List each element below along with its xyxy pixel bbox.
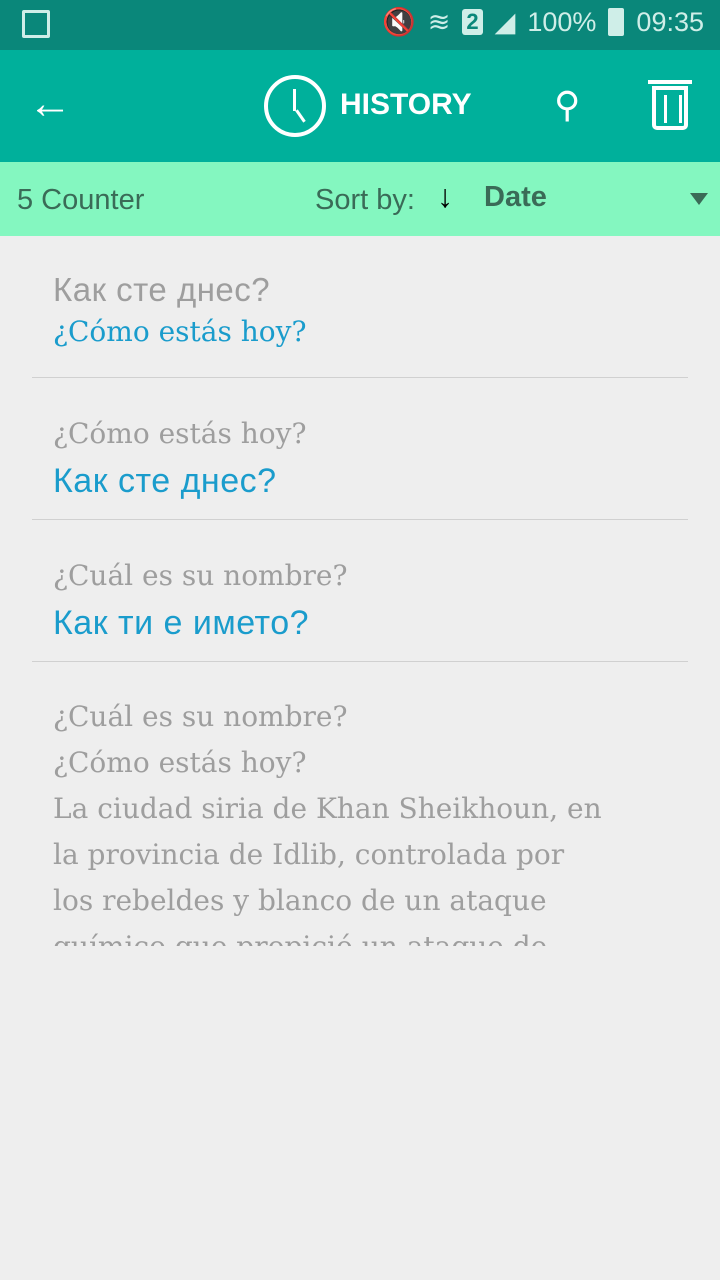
source-text: ¿Cuál es su nombre? xyxy=(53,559,348,592)
text-line: La ciudad siria de Khan Sheikhoun, en xyxy=(53,792,602,825)
arrow-left-icon: ← xyxy=(28,79,72,128)
history-counter: 5 Counter xyxy=(17,184,145,216)
translation-text: ¿Cómo estás hoy? xyxy=(53,315,307,348)
source-text: Как сте днес? xyxy=(53,271,271,308)
source-text: ¿Cómo estás hoy? xyxy=(53,417,307,450)
history-list: Как сте днес? ¿Cómo estás hoy? ¿Cómo est… xyxy=(0,236,720,946)
status-bar: 🔇 ≋ 2 ◢ 100% 09:35 xyxy=(0,0,720,50)
filter-bar: 5 Counter Sort by: ↓ Date xyxy=(0,162,720,236)
dropdown-icon[interactable] xyxy=(690,193,708,205)
text-line: los rebeldes y blanco de un ataque xyxy=(53,884,547,917)
signal-icon: ◢ xyxy=(494,6,516,37)
battery-percent: 100% xyxy=(527,6,597,37)
clock-time: 09:35 xyxy=(636,6,704,37)
vibrate-icon: 🔇 xyxy=(382,7,416,37)
text-line: químico que propició un ataque de xyxy=(53,924,667,946)
gallery-notification-icon xyxy=(22,10,50,38)
history-clock-icon xyxy=(264,75,326,137)
wifi-icon: ≋ xyxy=(427,6,451,37)
page-title: HISTORY xyxy=(340,88,472,121)
list-item[interactable]: ¿Cómo estás hoy? Как сте днес? xyxy=(32,378,688,520)
sort-direction-icon[interactable]: ↓ xyxy=(437,178,453,215)
text-line: la provincia de Idlib, controlada por xyxy=(53,838,565,871)
search-button[interactable]: ⚲ xyxy=(554,84,580,126)
back-button[interactable]: ← xyxy=(28,82,72,126)
battery-icon xyxy=(608,8,625,36)
text-line: ¿Cómo estás hoy? xyxy=(53,746,307,779)
delete-all-button[interactable] xyxy=(648,80,692,130)
sort-select[interactable]: Date xyxy=(484,181,547,214)
text-line: ¿Cuál es su nombre? xyxy=(53,700,348,733)
search-icon: ⚲ xyxy=(554,84,581,125)
app-bar: ← HISTORY ⚲ xyxy=(0,50,720,162)
list-item[interactable]: Как сте днес? ¿Cómo estás hoy? xyxy=(32,236,688,378)
list-item[interactable]: ¿Cuál es su nombre? ¿Cómo estás hoy? La … xyxy=(32,662,688,946)
translation-text: Как ти е името? xyxy=(53,604,310,642)
translation-text: Как сте днес? xyxy=(53,462,277,500)
sim-icon: 2 xyxy=(462,9,483,35)
sort-label: Sort by: xyxy=(315,184,415,216)
list-item[interactable]: ¿Cuál es su nombre? Как ти е името? xyxy=(32,520,688,662)
